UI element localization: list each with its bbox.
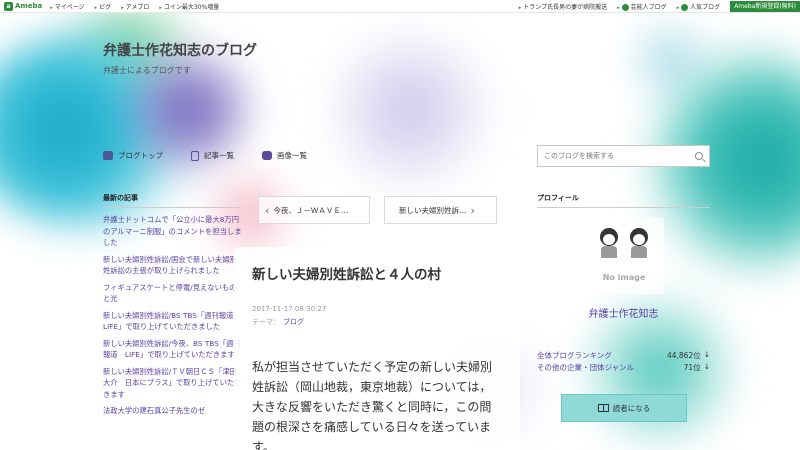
article-theme: テーマ： ブログ	[252, 317, 502, 327]
nav-blog-top-label: ブログトップ	[118, 151, 163, 160]
recent-article-link[interactable]: 弁護士ドットコムで「公立小に最大8万円のアルマーニ制服」のコメントを担当しました	[103, 214, 243, 249]
topbar-link-ameblo[interactable]: アメブロ	[121, 2, 150, 11]
recent-article-link[interactable]: 新しい夫婦別姓訴訟/ＴＶ朝日ＣＳ「津田大介 日本にプラス」で取り上げていただきま…	[103, 366, 243, 401]
nav-articles[interactable]: 記事一覧	[191, 150, 234, 161]
topbar-links: マイページ ピグ アメブロ コイン最大30%増量	[50, 2, 229, 11]
book-icon	[597, 404, 609, 412]
next-article-button[interactable]: 新しい夫婦別姓訴… ›	[384, 196, 497, 224]
search-input[interactable]	[544, 152, 684, 160]
next-article-label: 新しい夫婦別姓訴…	[399, 205, 467, 215]
article-title[interactable]: 新しい夫婦別姓訴訟と４人の村	[252, 263, 502, 283]
profile-name[interactable]: 弁護士作花知志	[537, 305, 710, 320]
become-reader-button[interactable]: 読者になる	[561, 394, 687, 422]
topbar-celeb-link[interactable]: 芸能人ブログ	[617, 2, 667, 11]
nav-images[interactable]: 画像一覧	[262, 150, 307, 161]
monitor-icon	[103, 151, 113, 160]
overall-ranking-value: 44,862位	[666, 351, 701, 360]
popular-icon	[681, 3, 689, 11]
topbar-popular-label: 人気ブログ	[690, 3, 721, 11]
article-card: 新しい夫婦別姓訴訟と４人の村 2017-11-17 08:30:27 テーマ：ブ…	[234, 247, 520, 450]
recent-article-link[interactable]: 法政大学の建石真公子先生のゼ	[103, 405, 243, 417]
profile-heading: プロフィール	[537, 194, 579, 202]
recent-divider	[103, 207, 240, 208]
document-icon	[191, 150, 199, 161]
recent-articles-list: 弁護士ドットコムで「公立小に最大8万円のアルマーニ制服」のコメントを担当しました…	[103, 214, 243, 422]
recent-article-link[interactable]: 新しい夫婦別姓訴訟/今夜、BS TBS「週刊報道 LIFE」で取り上げていただき…	[103, 338, 243, 361]
prev-article-button[interactable]: ‹ 今夜、Ｊ－ＷＡＶＥ…	[258, 196, 370, 224]
article-theme-link[interactable]: ブログ	[283, 318, 304, 326]
topbar-link-pigg[interactable]: ピグ	[95, 2, 111, 11]
celeb-icon	[621, 3, 629, 11]
prev-article-label: 今夜、Ｊ－ＷＡＶＥ…	[273, 205, 349, 215]
blog-subtitle: 弁護士によるブログです	[103, 66, 191, 75]
become-reader-label: 読者になる	[612, 403, 651, 413]
register-button[interactable]: Ameba新規登録(無料)	[730, 0, 800, 12]
genre-ranking-label[interactable]: その他の企業・団体ジャンル	[537, 362, 684, 373]
ameba-logo-icon: a	[4, 1, 13, 11]
recent-articles-heading: 最新の記事	[103, 194, 138, 202]
topbar-news-link[interactable]: トランプ氏長男の妻が病院搬送	[519, 2, 607, 11]
overall-ranking-label[interactable]: 全体ブログランキング	[537, 350, 667, 361]
nav-articles-label: 記事一覧	[204, 151, 234, 160]
avatar[interactable]: No image	[584, 218, 664, 294]
topbar-link-mypage[interactable]: マイページ	[50, 2, 85, 11]
topbar-celeb-label: 芸能人ブログ	[630, 3, 667, 11]
chevron-left-icon: ‹	[265, 203, 270, 217]
overall-ranking: 全体ブログランキング 44,862位 ↓	[537, 350, 710, 361]
global-topbar: a Ameba マイページ ピグ アメブロ コイン最大30%増量 トランプ氏長男…	[0, 0, 800, 13]
boy-avatar-icon	[598, 228, 620, 258]
recent-article-link[interactable]: 新しい夫婦別姓訴訟/国会で新しい夫婦別姓訴訟の主張が取り上げられました	[103, 254, 243, 277]
ameba-logo[interactable]: a Ameba	[0, 1, 43, 11]
article-theme-label: テーマ：	[252, 318, 280, 326]
arrow-down-icon: ↓	[703, 362, 710, 371]
genre-ranking-value: 71位	[683, 363, 701, 372]
topbar-right: トランプ氏長男の妻が病院搬送 芸能人ブログ 人気ブログ Ameba新規登録(無料…	[519, 0, 800, 12]
chevron-right-icon: ›	[470, 203, 475, 217]
profile-divider	[537, 207, 710, 208]
nav-images-label: 画像一覧	[277, 151, 307, 160]
recent-article-link[interactable]: 新しい夫婦別姓訴訟/BS TBS「週刊報道 LIFE」で取り上げていただきました	[103, 310, 243, 333]
topbar-popular-link[interactable]: 人気ブログ	[677, 2, 721, 11]
no-image-label: No image	[602, 273, 646, 282]
article-body: 私が担当させていただく予定の新しい夫婦別姓訴訟（岡山地裁，東京地裁）については，…	[252, 360, 493, 450]
genre-ranking: その他の企業・団体ジャンル 71位 ↓	[537, 362, 710, 373]
girl-avatar-icon	[628, 228, 650, 258]
blog-nav: ブログトップ 記事一覧 画像一覧	[103, 150, 335, 161]
blog-search	[537, 145, 710, 167]
arrow-down-icon: ↓	[703, 350, 710, 359]
article-date: 2017-11-17 08:30:27	[252, 305, 327, 313]
topbar-link-coin[interactable]: コイン最大30%増量	[159, 2, 219, 11]
camera-icon	[262, 151, 272, 160]
nav-blog-top[interactable]: ブログトップ	[103, 150, 163, 161]
recent-article-link[interactable]: フィギュアスケートと停電/見えないものと光	[103, 282, 243, 305]
ameba-logo-text: Ameba	[15, 2, 43, 10]
search-icon[interactable]	[695, 152, 703, 160]
blog-title[interactable]: 弁護士作花知志のブログ	[103, 40, 257, 60]
